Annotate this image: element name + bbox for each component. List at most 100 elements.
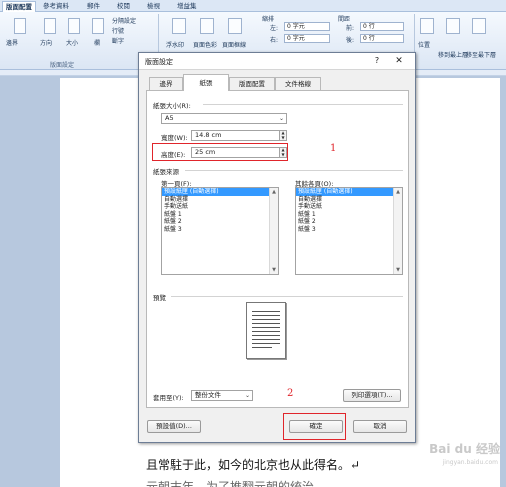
watermark-icon[interactable]	[172, 18, 186, 34]
width-label: 寬度(W):	[161, 134, 188, 142]
tab-view[interactable]: 檢視	[144, 1, 163, 12]
tab-document-grid[interactable]: 文件格線	[275, 77, 321, 90]
send-backward-button[interactable]: 移至最下層	[466, 50, 496, 59]
scrollbar[interactable]: ▲ ▼	[269, 188, 278, 274]
indent-right-label: 右:	[270, 37, 279, 44]
tab-page-layout[interactable]: 版面配置	[2, 1, 36, 12]
paper-size-select[interactable]: A5 ⌄	[161, 113, 287, 124]
tab-mailings[interactable]: 郵件	[84, 1, 103, 12]
divider	[185, 170, 403, 171]
scroll-up-icon[interactable]: ▲	[270, 189, 278, 195]
page-setup-group-title: 版面設定	[50, 62, 75, 69]
orientation-button[interactable]: 方向	[40, 38, 52, 47]
spin-down-icon: ▼	[281, 135, 285, 140]
bring-forward-icon[interactable]	[446, 18, 460, 34]
tab-references[interactable]: 參考資料	[40, 1, 72, 12]
tab-paper[interactable]: 紙張	[183, 74, 229, 91]
spacing-after-label: 後:	[346, 37, 355, 44]
set-as-default-button[interactable]: 預設值(D)...	[147, 420, 201, 433]
preview-page	[246, 302, 286, 359]
list-item[interactable]: 紙盤 2	[296, 218, 402, 226]
columns-icon[interactable]	[92, 18, 104, 34]
list-item[interactable]: 紙盤 2	[162, 218, 278, 226]
size-icon[interactable]	[68, 18, 80, 34]
highlight-height-field	[152, 143, 288, 161]
hyphenation-button[interactable]: 斷字	[112, 36, 124, 45]
apply-to-label: 套用至(Y):	[153, 394, 184, 402]
list-item[interactable]: 自動選擇	[162, 196, 278, 204]
line-numbers-button[interactable]: 行號	[112, 26, 124, 35]
send-backward-icon[interactable]	[472, 18, 486, 34]
ribbon-tab-bar: 版面配置 參考資料 郵件 校閱 檢視 增益集	[0, 0, 506, 12]
spacing-before-label: 前:	[346, 25, 355, 32]
position-icon[interactable]	[420, 18, 434, 34]
print-options-button[interactable]: 列印選項(T)...	[343, 389, 401, 402]
list-item[interactable]: 手動送紙	[296, 203, 402, 211]
bring-forward-button[interactable]: 移到最上層	[438, 50, 468, 59]
dialog-title: 版面設定	[145, 58, 173, 66]
margins-button[interactable]: 邊界	[6, 38, 18, 47]
size-button[interactable]: 大小	[66, 38, 78, 47]
list-item[interactable]: 紙盤 3	[296, 226, 402, 234]
page-borders-button[interactable]: 頁面框線	[222, 40, 246, 49]
page-color-button[interactable]: 頁面色彩	[193, 40, 217, 49]
list-item[interactable]: 紙盤 3	[162, 226, 278, 234]
paper-size-label: 紙張大小(R):	[153, 102, 191, 110]
chevron-down-icon: ⌄	[244, 392, 251, 399]
watermark-button[interactable]: 浮水印	[166, 40, 184, 49]
paper-tab-panel: 紙張大小(R): A5 ⌄ 寬度(W): 14.8 cm ▲ ▼ 高度(E): …	[146, 90, 409, 408]
indent-label: 縮排	[262, 16, 275, 23]
spacing-after-input[interactable]: 0 行	[360, 34, 404, 43]
breaks-button[interactable]: 分隔設定	[112, 16, 136, 25]
baidu-watermark: Bai du 经验	[429, 442, 500, 456]
columns-button[interactable]: 欄	[94, 38, 100, 47]
list-item[interactable]: 紙盤 1	[162, 211, 278, 219]
close-icon[interactable]: ✕	[392, 55, 406, 67]
first-page-list[interactable]: 預設紙匣 (自動選擇) 自動選擇 手動送紙 紙盤 1 紙盤 2 紙盤 3 ▲ ▼	[161, 187, 279, 275]
width-input[interactable]: 14.8 cm	[191, 130, 281, 141]
tab-layout[interactable]: 版面配置	[229, 77, 275, 90]
apply-to-value: 整份文件	[195, 391, 221, 399]
indent-left-input[interactable]: 0 字元	[284, 22, 330, 31]
spacing-before-input[interactable]: 0 行	[360, 22, 404, 31]
list-item[interactable]: 手動送紙	[162, 203, 278, 211]
list-item[interactable]: 自動選擇	[296, 196, 402, 204]
tab-review[interactable]: 校閱	[114, 1, 133, 12]
scroll-down-icon[interactable]: ▼	[394, 267, 402, 273]
indent-left-label: 左:	[270, 25, 279, 32]
scroll-down-icon[interactable]: ▼	[270, 267, 278, 273]
divider	[171, 296, 403, 297]
width-value: 14.8 cm	[195, 131, 222, 139]
list-item[interactable]: 預設紙匣 (自動選擇)	[162, 188, 269, 196]
tab-margins[interactable]: 邊界	[149, 77, 183, 90]
list-item[interactable]: 預設紙匣 (自動選擇)	[296, 188, 393, 196]
margins-icon[interactable]	[14, 18, 26, 34]
page-setup-dialog: 版面設定 ? ✕ 邊界 紙張 版面配置 文件格線 紙張大小(R): A5 ⌄ 寬…	[138, 52, 416, 443]
preview-label: 預覽	[153, 294, 166, 302]
cancel-button[interactable]: 取消	[353, 420, 407, 433]
help-button[interactable]: ?	[371, 55, 383, 67]
page-borders-icon[interactable]	[228, 18, 242, 34]
document-line[interactable]: 且常駐于此，如今的北京也从此得名。↵	[146, 456, 360, 473]
scrollbar[interactable]: ▲ ▼	[393, 188, 402, 274]
position-button[interactable]: 位置	[418, 40, 430, 49]
other-pages-list[interactable]: 預設紙匣 (自動選擇) 自動選擇 手動送紙 紙盤 1 紙盤 2 紙盤 3 ▲ ▼	[295, 187, 403, 275]
spacing-label: 間距	[338, 16, 351, 23]
document-line[interactable]: 元朝末年，为了推翻元朝的统治……	[146, 478, 338, 487]
highlight-ok-button	[283, 413, 346, 440]
list-item[interactable]: 紙盤 1	[296, 211, 402, 219]
orientation-icon[interactable]	[44, 18, 56, 34]
page-color-icon[interactable]	[200, 18, 214, 34]
indent-right-input[interactable]: 0 字元	[284, 34, 330, 43]
annotation-marker-1: 1	[330, 143, 337, 154]
divider	[203, 104, 403, 105]
tab-add-ins[interactable]: 增益集	[174, 1, 200, 12]
annotation-marker-2: 2	[287, 388, 294, 399]
paper-source-label: 紙張來源	[153, 168, 179, 176]
apply-to-select[interactable]: 整份文件 ⌄	[191, 390, 253, 401]
dialog-titlebar[interactable]: 版面設定 ? ✕	[139, 53, 415, 70]
width-stepper[interactable]: ▲ ▼	[279, 130, 287, 141]
scroll-up-icon[interactable]: ▲	[394, 189, 402, 195]
chevron-down-icon: ⌄	[278, 115, 285, 122]
baidu-watermark-url: jingyan.baidu.com	[442, 459, 498, 466]
